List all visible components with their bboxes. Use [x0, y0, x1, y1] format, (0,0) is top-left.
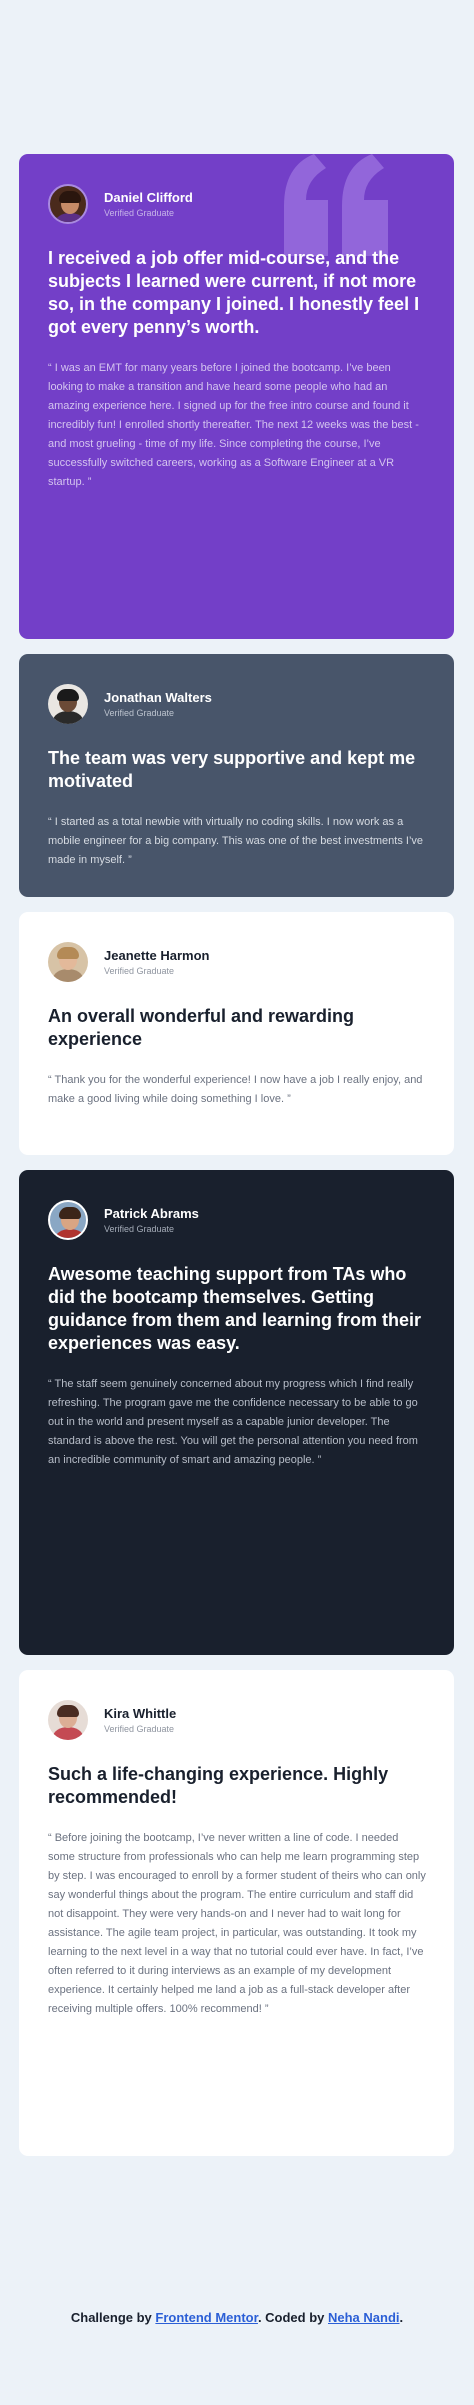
- testimonials-page: Daniel Clifford Verified Graduate I rece…: [0, 0, 474, 2405]
- testimonial-quote: “ I started as a total newbie with virtu…: [48, 816, 424, 866]
- testimonial-card: Daniel Clifford Verified Graduate I rece…: [19, 154, 454, 639]
- avatar: [48, 184, 88, 224]
- author-status: Verified Graduate: [104, 966, 175, 976]
- attribution-prefix: Challenge by: [70, 2310, 156, 2325]
- testimonial-quote: “ Before joining the bootcamp, I’ve neve…: [48, 1832, 426, 2015]
- author-status: Verified Graduate: [104, 208, 175, 218]
- testimonial-header: Daniel Clifford Verified Graduate: [48, 184, 426, 224]
- avatar: [48, 684, 88, 724]
- author-name: Kira Whittle: [104, 1706, 177, 1721]
- author-name: Daniel Clifford: [104, 190, 193, 205]
- testimonial-card: Jonathan Walters Verified Graduate The t…: [19, 654, 454, 897]
- testimonial-header: Kira Whittle Verified Graduate: [48, 1700, 426, 1740]
- testimonial-header: Jonathan Walters Verified Graduate: [48, 684, 426, 724]
- author-status: Verified Graduate: [104, 1724, 175, 1734]
- testimonial-headline: Awesome teaching support from TAs who di…: [48, 1264, 422, 1353]
- author-name: Jeanette Harmon: [104, 948, 210, 963]
- avatar: [48, 1200, 88, 1240]
- testimonial-card: Patrick Abrams Verified Graduate Awesome…: [19, 1170, 454, 1655]
- testimonial-headline: Such a life-changing experience. Highly …: [48, 1764, 389, 1807]
- testimonial-card: Kira Whittle Verified Graduate Such a li…: [19, 1670, 454, 2156]
- author-status: Verified Graduate: [104, 708, 175, 718]
- attribution-footer: Challenge by Frontend Mentor. Coded by N…: [0, 2310, 474, 2326]
- testimonial-quote: “ Thank you for the wonderful experience…: [48, 1074, 423, 1105]
- testimonial-headline: An overall wonderful and rewarding exper…: [48, 1006, 355, 1049]
- author-link[interactable]: Neha Nandi: [328, 2310, 400, 2325]
- testimonial-headline: I received a job offer mid-course, and t…: [48, 248, 420, 337]
- testimonial-header: Patrick Abrams Verified Graduate: [48, 1200, 426, 1240]
- testimonial-quote: “ I was an EMT for many years before I j…: [48, 362, 419, 488]
- attribution-middle: . Coded by: [257, 2310, 328, 2325]
- testimonial-quote: “ The staff seem genuinely concerned abo…: [48, 1378, 418, 1466]
- avatar: [48, 1700, 88, 1740]
- testimonial-headline: The team was very supportive and kept me…: [48, 748, 416, 791]
- author-status: Verified Graduate: [104, 1224, 175, 1234]
- testimonial-card: Jeanette Harmon Verified Graduate An ove…: [19, 912, 454, 1155]
- author-name: Patrick Abrams: [104, 1206, 199, 1221]
- author-name: Jonathan Walters: [104, 690, 212, 705]
- frontend-mentor-link[interactable]: Frontend Mentor: [155, 2310, 258, 2325]
- testimonial-header: Jeanette Harmon Verified Graduate: [48, 942, 426, 982]
- attribution-suffix: .: [399, 2310, 404, 2325]
- avatar: [48, 942, 88, 982]
